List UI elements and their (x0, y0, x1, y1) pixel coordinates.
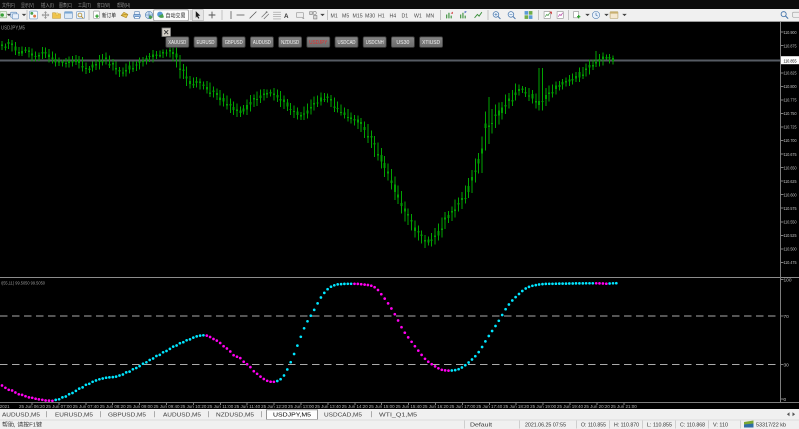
svg-text:110.700: 110.700 (784, 138, 797, 144)
svg-text:USDJPY,M5: USDJPY,M5 (273, 412, 311, 418)
svg-text:MN: MN (426, 14, 434, 20)
svg-text:25 Jun 17:40: 25 Jun 17:40 (476, 404, 502, 409)
svg-text:H: 110.870: H: 110.870 (614, 422, 639, 428)
svg-text:O: 110.855: O: 110.855 (581, 422, 606, 428)
svg-text:110.825: 110.825 (784, 71, 797, 77)
svg-text:53317/22 kb: 53317/22 kb (756, 422, 786, 428)
svg-text:新订单: 新订单 (102, 12, 116, 20)
svg-text:100: 100 (784, 278, 792, 284)
svg-text:25 Jun 2021: 25 Jun 2021 (0, 404, 10, 409)
svg-text:25 Jun 11:00: 25 Jun 11:00 (207, 404, 233, 409)
svg-text:25 Jun 13:40: 25 Jun 13:40 (315, 404, 341, 409)
svg-text:显示(V): 显示(V) (21, 2, 34, 9)
svg-text:XTIUSD: XTIUSD (422, 40, 440, 46)
svg-text:USDCAD,M5: USDCAD,M5 (324, 412, 362, 418)
svg-text:25 Jun 21:00: 25 Jun 21:00 (611, 404, 637, 409)
svg-text:NZDUSD: NZDUSD (281, 40, 299, 46)
svg-text:EURUSD: EURUSD (197, 40, 215, 46)
svg-text:70: 70 (784, 314, 790, 320)
svg-text:XAUUSD: XAUUSD (168, 40, 186, 46)
svg-text:M5: M5 (342, 14, 349, 20)
svg-text:25 Jun 19:40: 25 Jun 19:40 (557, 404, 583, 409)
svg-text:110.855: 110.855 (784, 58, 797, 64)
svg-text:AUDUSD: AUDUSD (253, 40, 271, 46)
svg-text:25 Jun 19:00: 25 Jun 19:00 (530, 404, 556, 409)
svg-text:Default: Default (470, 422, 493, 428)
svg-text:110.775: 110.775 (784, 98, 797, 104)
svg-text:110.875: 110.875 (784, 43, 797, 49)
svg-text:H4: H4 (390, 14, 397, 20)
svg-text:USDJPY: USDJPY (309, 40, 328, 46)
svg-text:110.725: 110.725 (784, 125, 797, 131)
svg-text:110.800: 110.800 (784, 84, 797, 90)
svg-text:GBPUSD,M5: GBPUSD,M5 (108, 412, 146, 418)
svg-text:自动交易: 自动交易 (166, 12, 186, 20)
svg-text:M30: M30 (365, 14, 375, 20)
svg-text:A: A (284, 13, 289, 20)
svg-text:25 Jun 20:20: 25 Jun 20:20 (584, 404, 610, 409)
svg-text:110.750: 110.750 (784, 111, 797, 117)
svg-text:25 Jun 08:20: 25 Jun 08:20 (100, 404, 126, 409)
svg-text:25 Jun 17:00: 25 Jun 17:00 (449, 404, 475, 409)
svg-text:110.575: 110.575 (784, 206, 797, 212)
svg-text:25 Jun 09:00: 25 Jun 09:00 (127, 404, 153, 409)
svg-text:25 Jun 07:00: 25 Jun 07:00 (46, 404, 72, 409)
svg-text:M15: M15 (353, 14, 363, 20)
svg-text:25 Jun 13:00: 25 Jun 13:00 (288, 404, 314, 409)
svg-text:110.650: 110.650 (784, 165, 797, 171)
svg-text:L: 110.855: L: 110.855 (647, 422, 672, 428)
svg-text:USDCNH: USDCNH (366, 40, 384, 46)
svg-text:25 Jun 18:20: 25 Jun 18:20 (503, 404, 529, 409)
svg-text:GBPUSD: GBPUSD (225, 40, 243, 46)
svg-text:110.600: 110.600 (784, 192, 797, 198)
svg-text:H1: H1 (378, 14, 385, 20)
svg-text:窗口(W): 窗口(W) (97, 1, 110, 9)
svg-text:M1: M1 (331, 14, 338, 20)
svg-text:WTI_Q1,M5: WTI_Q1,M5 (379, 412, 417, 418)
svg-text:USDJPY,M5: USDJPY,M5 (1, 26, 25, 32)
svg-text:110.500: 110.500 (784, 247, 797, 253)
svg-text:110.550: 110.550 (784, 220, 797, 226)
svg-text:25 Jun 12:20: 25 Jun 12:20 (261, 404, 287, 409)
svg-text:110.475: 110.475 (784, 260, 797, 266)
svg-text:帮助, 请按F1键: 帮助, 请按F1键 (2, 420, 43, 428)
svg-text:帮助(H): 帮助(H) (117, 1, 130, 9)
svg-text:25 Jun 06:20: 25 Jun 06:20 (19, 404, 45, 409)
svg-text:25 Jun 16:20: 25 Jun 16:20 (423, 404, 449, 409)
svg-text:C: 110.868: C: 110.868 (680, 422, 705, 428)
svg-text:V: 110: V: 110 (713, 422, 728, 428)
svg-text:W1: W1 (414, 14, 422, 20)
svg-text:25 Jun 14:20: 25 Jun 14:20 (342, 404, 368, 409)
svg-text:US30: US30 (396, 40, 409, 46)
svg-text:EURUSD,M5: EURUSD,M5 (55, 412, 93, 418)
svg-text:文件(F): 文件(F) (2, 1, 15, 9)
svg-text:i(55,11) 99.5050 99.5050: i(55,11) 99.5050 99.5050 (1, 281, 45, 287)
svg-text:D1: D1 (402, 14, 409, 20)
svg-text:110.625: 110.625 (784, 179, 797, 185)
svg-text:25 Jun 11:40: 25 Jun 11:40 (234, 404, 260, 409)
svg-text:USDCAD: USDCAD (338, 40, 356, 46)
svg-text:图表(C): 图表(C) (59, 1, 72, 9)
svg-text:25 Jun 15:40: 25 Jun 15:40 (396, 404, 422, 409)
svg-text:110.525: 110.525 (784, 233, 797, 239)
svg-text:插入(I): 插入(I) (41, 1, 54, 9)
svg-text:工具(T): 工具(T) (78, 2, 91, 9)
svg-text:110.675: 110.675 (784, 152, 797, 158)
svg-text:25 Jun 09:40: 25 Jun 09:40 (154, 404, 180, 409)
svg-text:AUDUSD,M5: AUDUSD,M5 (163, 412, 201, 418)
svg-text:2021.06.25 07:55: 2021.06.25 07:55 (525, 422, 566, 428)
svg-text:25 Jun 15:00: 25 Jun 15:00 (369, 404, 395, 409)
svg-text:0: 0 (784, 397, 787, 403)
svg-text:25 Jun 07:40: 25 Jun 07:40 (73, 404, 99, 409)
svg-text:NZDUSD,M5: NZDUSD,M5 (216, 412, 254, 418)
svg-text:AUDUSD,M5: AUDUSD,M5 (2, 412, 40, 418)
svg-text:110.900: 110.900 (784, 30, 797, 36)
svg-text:30: 30 (784, 362, 790, 368)
svg-text:25 Jun 10:20: 25 Jun 10:20 (180, 404, 206, 409)
